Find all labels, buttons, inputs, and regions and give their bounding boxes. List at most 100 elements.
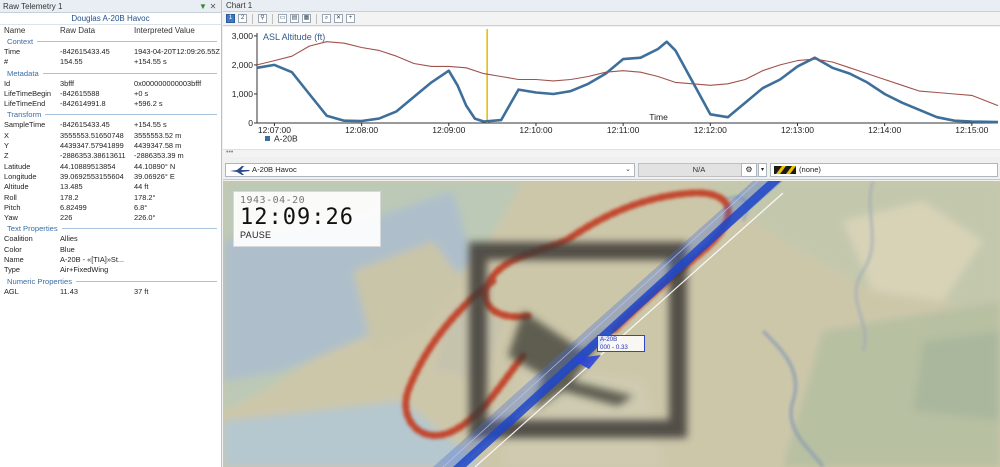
telemetry-panel-title: Raw Telemetry 1 xyxy=(3,1,63,11)
pin-icon[interactable]: ▼ xyxy=(198,2,208,11)
chart-page-2-button[interactable]: 2 xyxy=(238,14,247,23)
add-series-icon[interactable]: + xyxy=(346,14,355,23)
row-name: Longitude xyxy=(4,171,37,181)
section-header[interactable]: Numeric Properties xyxy=(0,276,221,287)
row-raw-data: 178.2 xyxy=(60,192,79,202)
row-interpreted-value: -2886353.39 m xyxy=(134,151,184,161)
layout-single-icon[interactable]: ▭ xyxy=(278,14,287,23)
column-header: Name Raw Data Interpreted Value xyxy=(0,25,221,36)
telemetry-row[interactable]: SampleTime -842615433.45 +154.55 s xyxy=(0,120,221,130)
telemetry-row[interactable]: Yaw 226 226.0° xyxy=(0,213,221,223)
row-name: # xyxy=(4,57,9,67)
row-interpreted-value: +154.55 s xyxy=(134,57,167,67)
x-tick-label: 12:10:00 xyxy=(519,125,552,135)
row-interpreted-value: +0 s xyxy=(134,88,149,98)
legend-swatch xyxy=(265,136,270,141)
chart-toolbar: 1 2 ⚲ ▭ ▤ ▦ ⌕ ✕ + xyxy=(223,12,1000,26)
row-interpreted-value: 6.8° xyxy=(134,202,148,212)
section-header[interactable]: Text Properties xyxy=(0,223,221,234)
row-interpreted-value xyxy=(134,255,221,265)
chevron-down-icon[interactable]: ▾ xyxy=(758,163,767,177)
section-header[interactable]: Context xyxy=(0,36,221,47)
telemetry-row[interactable]: Coalition Allies xyxy=(0,234,221,244)
row-name: SampleTime xyxy=(4,120,46,130)
chart-page-1-button[interactable]: 1 xyxy=(226,14,235,23)
telemetry-row[interactable]: Altitude 13.485 44 ft xyxy=(0,182,221,192)
telemetry-row[interactable]: Pitch 6.82499 6.8° xyxy=(0,203,221,213)
object-dropdown[interactable]: A-20B Havoc ⌄ xyxy=(225,163,635,177)
series-line-a-20b xyxy=(256,40,999,124)
telemetry-row[interactable]: X 3555553.51650748 3555553.52 m xyxy=(0,131,221,141)
row-interpreted-value: 44 ft xyxy=(134,182,149,192)
row-raw-data: -842614991.8 xyxy=(60,99,106,109)
row-name: Y xyxy=(4,141,9,151)
section-label: Text Properties xyxy=(7,224,58,234)
column-name[interactable]: Name xyxy=(0,25,60,36)
row-interpreted-value: 3555553.52 m xyxy=(134,130,182,140)
telemetry-row[interactable]: LifeTimeBegin -842615588 +0 s xyxy=(0,89,221,99)
x-tick-label: 12:09:00 xyxy=(432,125,465,135)
object-dropdown-label: A-20B Havoc xyxy=(252,165,297,174)
row-raw-data: 154.55 xyxy=(60,57,83,67)
time-overlay: 1943-04-20 12:09:26 PAUSE xyxy=(233,191,381,247)
scroll-handle[interactable]: ••• xyxy=(226,149,233,156)
telemetry-row[interactable]: Y 4439347.57941899 4439347.58 m xyxy=(0,141,221,151)
telemetry-row[interactable]: Latitude 44.10889513854 44.10890° N xyxy=(0,162,221,172)
chart-title: ASL Altitude (ft) xyxy=(263,32,325,42)
section-label: Transform xyxy=(7,110,42,120)
telemetry-row[interactable]: Time -842615433.45 1943-04-20T12:09:26.55Z xyxy=(0,47,221,57)
telemetry-row[interactable]: Id 3bfff 0x000000000003bfff xyxy=(0,79,221,89)
row-raw-data: -842615433.45 xyxy=(60,120,110,130)
x-tick-label: 12:11:00 xyxy=(607,125,640,135)
row-raw-data: -842615588 xyxy=(60,88,100,98)
pick-icon[interactable]: ⚲ xyxy=(258,14,267,23)
settings-icon[interactable]: ⚙ xyxy=(741,163,757,177)
row-name: Altitude xyxy=(4,182,29,192)
section-header[interactable]: Transform xyxy=(0,109,221,120)
section-header[interactable]: Metadata xyxy=(0,68,221,79)
legend-label: A-20B xyxy=(274,134,298,144)
tacview-window: Raw Telemetry 1 ▼ ✕ Douglas A-20B Havoc … xyxy=(0,0,1000,467)
row-raw-data: 3bfff xyxy=(60,78,75,88)
row-interpreted-value: 37 ft xyxy=(134,286,149,296)
toolbar-separator xyxy=(272,13,273,24)
chart-panel-title: Chart 1 xyxy=(223,0,1000,12)
telemetry-table: Context Time -842615433.45 1943-04-20T12:09… xyxy=(0,36,221,297)
x-tick-label: 12:13:00 xyxy=(781,125,814,135)
row-name: Yaw xyxy=(4,213,18,223)
row-raw-data: 226 xyxy=(60,213,73,223)
chart-scrollbar[interactable]: ••• xyxy=(223,149,1000,157)
aircraft-icon xyxy=(230,166,250,175)
telemetry-row[interactable]: Z -2886353.38613611 -2886353.39 m xyxy=(0,151,221,161)
telemetry-row[interactable]: AGL 11.43 37 ft xyxy=(0,287,221,297)
row-name: Roll xyxy=(4,192,17,202)
row-name: Coalition xyxy=(4,234,33,244)
row-raw-data: 13.485 xyxy=(60,182,83,192)
telemetry-row[interactable]: Color Blue xyxy=(0,245,221,255)
telemetry-row[interactable]: Type Air+FixedWing xyxy=(0,265,221,275)
y-tick-label: 3,000 xyxy=(232,31,254,41)
row-name: LifeTimeBegin xyxy=(4,88,51,98)
color-dropdown[interactable]: (none) xyxy=(770,163,998,177)
layout-grid-icon[interactable]: ▦ xyxy=(302,14,311,23)
telemetry-row[interactable]: Longitude 39.0692553155604 39.06926° E xyxy=(0,172,221,182)
toolbar-separator xyxy=(252,13,253,24)
layout-stacked-icon[interactable]: ▤ xyxy=(290,14,299,23)
column-interpreted-value[interactable]: Interpreted Value xyxy=(134,25,221,36)
telemetry-row[interactable]: Name A-20B - «[TIA]»St... xyxy=(0,255,221,265)
y-tick-label: 0 xyxy=(248,118,253,128)
telemetry-row[interactable]: #154.55 +154.55 s xyxy=(0,57,221,67)
row-name: AGL xyxy=(4,286,19,296)
zoom-icon[interactable]: ⌕ xyxy=(322,14,331,23)
row-interpreted-value: 0x000000000003bfff xyxy=(134,78,202,88)
remove-series-icon[interactable]: ✕ xyxy=(334,14,343,23)
column-raw-data[interactable]: Raw Data xyxy=(60,25,134,36)
aircraft-label[interactable]: A-20B 000 - 0.33 xyxy=(597,335,645,352)
close-icon[interactable]: ✕ xyxy=(208,2,218,11)
telemetry-row[interactable]: Roll 178.2 178.2° xyxy=(0,193,221,203)
row-name: Z xyxy=(4,151,9,161)
row-interpreted-value xyxy=(134,245,221,255)
altitude-chart[interactable]: 0 1,000 2,000 3,000 12:07:00 12:08:00 12:09:00… xyxy=(223,27,1000,149)
telemetry-row[interactable]: LifeTimeEnd -842614991.8 +596.2 s xyxy=(0,99,221,109)
3d-map-view[interactable]: 1943-04-20 12:09:26 PAUSE A-20B 000 - 0.… xyxy=(223,181,1000,467)
